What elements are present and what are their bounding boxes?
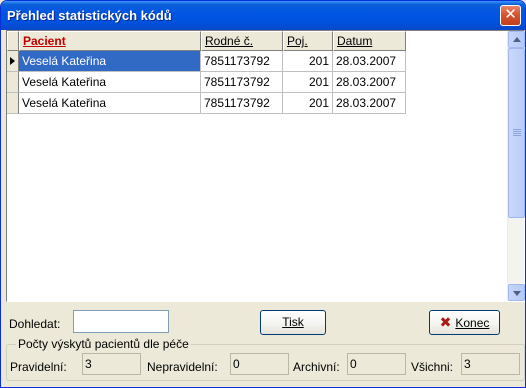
vertical-scrollbar[interactable] <box>507 31 525 301</box>
all-label: Všichni: <box>411 360 454 374</box>
regular-label: Pravidelní: <box>10 360 67 374</box>
print-button[interactable]: Tisk <box>260 310 326 335</box>
cell-pacient[interactable]: Veselá Kateřina <box>19 51 201 72</box>
grip-line <box>513 129 521 130</box>
cell-pojistovna[interactable]: 201 <box>283 51 333 72</box>
all-count: 3 <box>461 353 520 375</box>
dialog-content: Pacient Rodné č. Poj. Datum Veselá Kateř… <box>4 30 525 385</box>
grip-line <box>513 131 521 132</box>
archived-label: Archivní: <box>293 360 340 374</box>
cell-rodne-cislo[interactable]: 7851173792 <box>201 51 283 72</box>
close-window-button[interactable]: ✕ <box>500 5 521 26</box>
search-input[interactable] <box>73 310 169 333</box>
column-header-pacient[interactable]: Pacient <box>19 31 201 51</box>
arrow-up-icon <box>513 37 521 42</box>
scroll-up-button[interactable] <box>508 31 525 48</box>
irregular-count: 0 <box>230 353 289 375</box>
scroll-thumb[interactable] <box>508 48 525 218</box>
title-bar[interactable]: Přehled statistických kódů ✕ <box>1 1 525 30</box>
current-row-arrow-icon <box>7 51 19 72</box>
scroll-down-button[interactable] <box>508 284 525 301</box>
table-row[interactable]: Veselá Kateřina 7851173792 201 28.03.200… <box>7 51 406 72</box>
row-indicator <box>7 72 19 93</box>
print-button-label: Tisk <box>282 315 304 329</box>
table-row[interactable]: Veselá Kateřina 7851173792 201 28.03.200… <box>7 93 406 114</box>
cell-datum[interactable]: 28.03.2007 <box>333 51 406 72</box>
cell-pacient[interactable]: Veselá Kateřina <box>19 72 201 93</box>
exit-button[interactable]: ✖ Konec <box>429 310 500 335</box>
patient-grid[interactable]: Pacient Rodné č. Poj. Datum Veselá Kateř… <box>6 30 525 302</box>
column-header-rodne-cislo[interactable]: Rodné č. <box>201 31 283 51</box>
column-header-pojistovna[interactable]: Poj. <box>283 31 333 51</box>
column-header-datum[interactable]: Datum <box>333 31 406 51</box>
row-indicator-header <box>7 31 19 51</box>
arrow-down-icon <box>513 291 521 296</box>
cell-pacient[interactable]: Veselá Kateřina <box>19 93 201 114</box>
cell-rodne-cislo[interactable]: 7851173792 <box>201 72 283 93</box>
regular-count: 3 <box>82 353 141 375</box>
row-indicator <box>7 93 19 114</box>
cell-datum[interactable]: 28.03.2007 <box>333 93 406 114</box>
archived-count: 0 <box>347 353 406 375</box>
group-title: Počty výskytů pacientů dle péče <box>16 337 191 351</box>
cell-datum[interactable]: 28.03.2007 <box>333 72 406 93</box>
window-title: Přehled statistických kódů <box>7 8 172 23</box>
table-row[interactable]: Veselá Kateřina 7851173792 201 28.03.200… <box>7 72 406 93</box>
dialog-window: Přehled statistických kódů ✕ Pacient Rod… <box>0 0 526 388</box>
cell-pojistovna[interactable]: 201 <box>283 93 333 114</box>
cell-rodne-cislo[interactable]: 7851173792 <box>201 93 283 114</box>
search-label: Dohledat: <box>9 317 61 331</box>
irregular-label: Nepravidelní: <box>147 360 218 374</box>
cell-pojistovna[interactable]: 201 <box>283 72 333 93</box>
exit-button-label: Konec <box>455 316 490 330</box>
close-x-icon: ✖ <box>439 314 452 330</box>
grip-line <box>513 133 521 134</box>
grid-header: Pacient Rodné č. Poj. Datum <box>7 31 406 52</box>
grip-line <box>513 135 521 136</box>
care-counts-group: Počty výskytů pacientů dle péče Pravidel… <box>6 337 525 381</box>
